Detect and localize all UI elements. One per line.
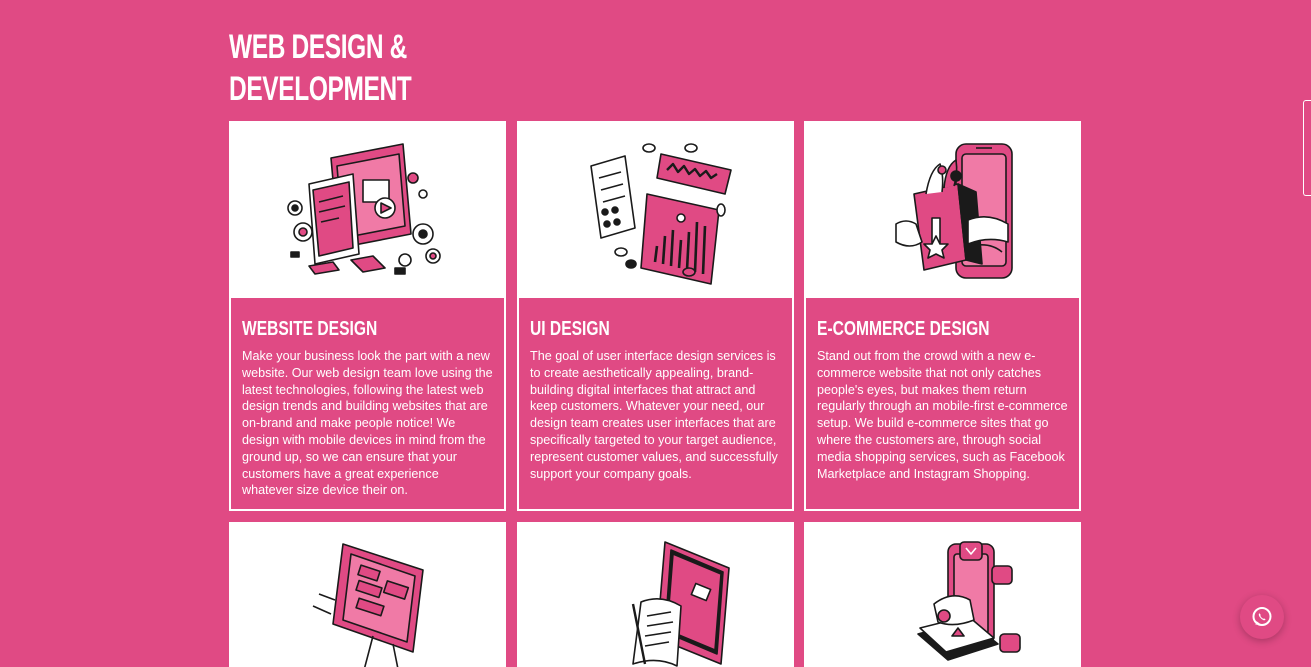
card-description: Make your business look the part with a … [242, 349, 493, 498]
web-development-illustration [231, 524, 504, 667]
social-media-illustration [806, 524, 1079, 667]
whatsapp-button[interactable] [1240, 595, 1284, 639]
card-title: WEBSITE DESIGN [242, 318, 378, 340]
ui-design-illustration [519, 123, 792, 298]
service-card-row2-3[interactable] [804, 522, 1081, 667]
section-title-line-2: DEVELOPMENT [229, 70, 412, 108]
website-design-illustration [231, 123, 504, 298]
side-tab-handle[interactable] [1303, 100, 1311, 196]
service-card-row2-1[interactable] [229, 522, 506, 667]
service-card-ui-design[interactable]: UI DESIGN The goal of user interface des… [517, 121, 794, 511]
content-illustration [519, 524, 792, 667]
section-title-line-1: WEB DESIGN & [229, 28, 407, 66]
service-card-row2-2[interactable] [517, 522, 794, 667]
section-title: WEB DESIGN & DEVELOPMENT [229, 26, 412, 110]
whatsapp-icon [1252, 607, 1272, 626]
card-description: Stand out from the crowd with a new e-co… [817, 349, 1068, 481]
service-card-website-design[interactable]: WEBSITE DESIGN Make your business look t… [229, 121, 506, 511]
service-card-ecommerce-design[interactable]: E-COMMERCE DESIGN Stand out from the cro… [804, 121, 1081, 511]
page: WEB DESIGN & DEVELOPMENT WEBSITE DESIGN … [0, 0, 1311, 667]
card-title: UI DESIGN [530, 318, 610, 340]
card-title: E-COMMERCE DESIGN [817, 318, 990, 340]
card-description: The goal of user interface design servic… [530, 349, 778, 481]
ecommerce-design-illustration [806, 123, 1079, 298]
